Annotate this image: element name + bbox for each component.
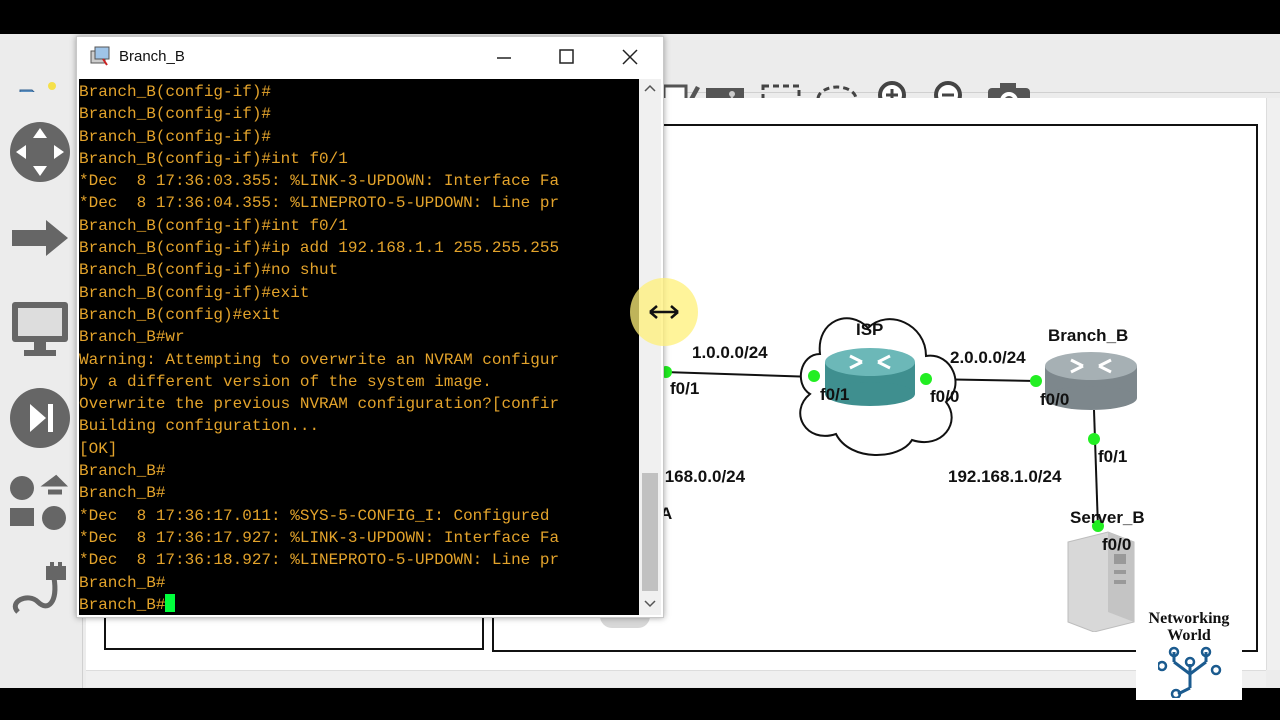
terminal-lines: Branch_B(config-if)# Branch_B(config-if)#…: [79, 81, 559, 615]
terminal-line: Branch_B#: [79, 484, 166, 503]
link-dot: [920, 373, 932, 385]
terminal-line: *Dec 8 17:36:03.355: %LINK-3-UPDOWN: Int…: [79, 172, 560, 191]
minimize-icon[interactable]: [477, 41, 531, 73]
terminal-window[interactable]: Branch_B Branch_B(config-if)# Branch_B(co…: [76, 36, 664, 618]
terminal-cursor: [165, 593, 176, 612]
network-label-4: .168.0.0/24: [660, 467, 746, 486]
logo-line-2: World: [1167, 627, 1211, 644]
interface-label: f0/1: [670, 379, 700, 398]
terminal-line: Branch_B#wr: [79, 328, 185, 347]
terminal-line: Branch_B(config-if)#int f0/1: [79, 149, 348, 168]
putty-icon[interactable]: [89, 45, 111, 72]
maximize-icon[interactable]: [539, 41, 593, 73]
link-dot: [1030, 375, 1042, 387]
terminal-line: *Dec 8 17:36:04.355: %LINEPROTO-5-UPDOWN…: [79, 194, 560, 213]
link-dot: [1088, 433, 1100, 445]
terminal-line: Branch_B(config-if)#ip add 192.168.1.1 2…: [79, 239, 560, 258]
terminal-line: Branch_B(config)#exit: [79, 305, 281, 324]
terminal-line: Building configuration...: [79, 417, 320, 436]
networking-world-logo: Networking World: [1136, 608, 1242, 700]
terminal-line: Overwrite the previous NVRAM configurati…: [79, 395, 560, 414]
terminal-line: Branch_B(config-if)#no shut: [79, 261, 339, 280]
terminal-line: *Dec 8 17:36:18.927: %LINEPROTO-5-UPDOWN…: [79, 551, 560, 570]
terminal-line: Branch_B(config-if)#: [79, 105, 272, 124]
terminal-line: Branch_B(config-if)#: [79, 83, 272, 101]
branch-b-label: Branch_B: [1048, 326, 1129, 345]
network-label-1: 1.0.0.0/24: [692, 343, 768, 362]
interface-label: f0/1: [1098, 447, 1128, 466]
interface-label: f0/0: [1102, 535, 1132, 554]
terminal-line: *Dec 8 17:36:17.011: %SYS-5-CONFIG_I: Co…: [79, 506, 550, 525]
resize-horizontal-icon: [649, 305, 679, 319]
interface-label: f0/0: [930, 387, 960, 406]
terminal-line: Warning: Attempting to overwrite an NVRA…: [79, 350, 560, 369]
isp-label: ISP: [856, 320, 884, 339]
terminal-line: Branch_B#: [79, 593, 559, 615]
logo-line-1: Networking: [1148, 610, 1230, 627]
network-tree-icon: [1158, 646, 1222, 698]
terminal-line: by a different version of the system ima…: [79, 372, 492, 391]
terminal-output[interactable]: Branch_B(config-if)# Branch_B(config-if)#…: [79, 79, 639, 615]
mouse-cursor-highlight: [630, 278, 698, 346]
terminal-title-bar[interactable]: Branch_B: [77, 37, 663, 77]
terminal-line: [OK]: [79, 439, 118, 458]
terminal-line: Branch_B(config-if)#: [79, 127, 272, 146]
interface-label: f0/0: [1040, 390, 1070, 409]
terminal-line: *Dec 8 17:36:17.927: %LINK-3-UPDOWN: Int…: [79, 528, 560, 547]
terminal-line: Branch_B#: [79, 573, 166, 592]
terminal-title: Branch_B: [119, 48, 185, 65]
close-icon[interactable]: [603, 41, 657, 73]
terminal-line: Branch_B#: [79, 462, 166, 481]
link-dot: [808, 370, 820, 382]
interface-label: f0/1: [820, 385, 850, 404]
terminal-line: Branch_B(config-if)#exit: [79, 283, 310, 302]
terminal-scrollbar[interactable]: [639, 79, 661, 615]
network-label-2: 2.0.0.0/24: [950, 348, 1026, 367]
network-label-3: 192.168.1.0/24: [948, 467, 1062, 486]
terminal-line: Branch_B(config-if)#int f0/1: [79, 216, 348, 235]
server-b-label: Server_B: [1070, 508, 1145, 527]
